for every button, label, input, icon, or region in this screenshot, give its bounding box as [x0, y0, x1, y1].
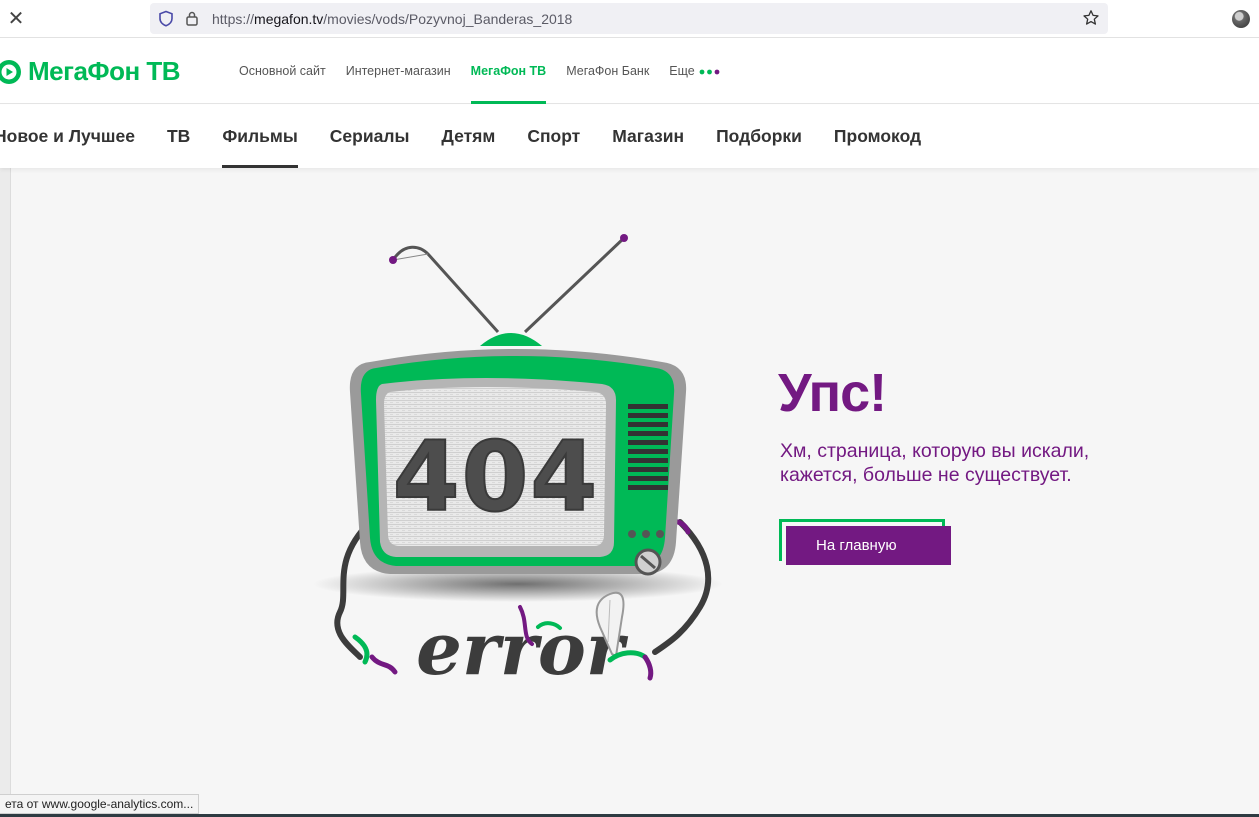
page-left-edge [0, 168, 11, 817]
nav-item-sport[interactable]: Спорт [527, 105, 580, 168]
error-message: Хм, страница, которую вы искали, кажется… [780, 440, 1090, 486]
nav-item-new[interactable]: Новое и Лучшее [0, 105, 135, 168]
nav-item-tv[interactable]: ТВ [167, 105, 190, 168]
nav-item-store[interactable]: Магазин [612, 105, 684, 168]
home-button-wrapper: На главную [779, 519, 953, 567]
top-link-main-site[interactable]: Основной сайт [239, 39, 326, 103]
close-icon[interactable]: ✕ [6, 8, 26, 28]
profile-avatar[interactable] [1232, 10, 1250, 28]
top-link-megafon-tv[interactable]: МегаФон ТВ [470, 39, 546, 104]
nav-item-movies[interactable]: Фильмы [222, 105, 299, 168]
top-links: Основной сайт Интернет-магазин МегаФон Т… [239, 39, 741, 104]
error-code-text: 404 [393, 421, 599, 533]
logo[interactable]: МегаФон ТВ [0, 56, 181, 87]
top-link-bank[interactable]: МегаФон Банк [566, 39, 649, 103]
url-text[interactable]: https://megafon.tv/movies/vods/Pozyvnoj_… [212, 11, 572, 27]
home-button[interactable]: На главную [786, 526, 951, 565]
star-icon[interactable] [1082, 9, 1100, 27]
logo-text: МегаФон ТВ [28, 56, 181, 86]
nav-item-series[interactable]: Сериалы [330, 105, 410, 168]
url-path: /movies/vods/Pozyvnoj_Banderas_2018 [323, 11, 573, 27]
nav-item-collections[interactable]: Подборки [716, 105, 802, 168]
top-header: МегаФон ТВ Основной сайт Интернет-магази… [0, 39, 1259, 104]
category-nav: Новое и Лучшее ТВ Фильмы Сериалы Детям С… [0, 105, 1259, 168]
top-link-shop[interactable]: Интернет-магазин [346, 39, 451, 103]
oops-title: Упс! [778, 363, 887, 423]
megafon-logo-icon [0, 59, 21, 84]
browser-status-bar: ета от www.google-analytics.com... [0, 794, 200, 814]
tv-404-illustration: 404 error [313, 234, 723, 691]
address-bar[interactable]: https://megafon.tv/movies/vods/Pozyvnoj_… [150, 3, 1108, 34]
shield-icon[interactable] [158, 10, 174, 27]
nav-item-promocode[interactable]: Промокод [834, 105, 921, 168]
main-content: 404 error На главную [0, 168, 1259, 817]
url-scheme: https:// [212, 11, 255, 27]
browser-toolbar: ✕ https://megafon.tv/movies/vods/Pozyvno… [0, 0, 1259, 38]
nav-item-kids[interactable]: Детям [441, 105, 495, 168]
lock-icon[interactable] [185, 10, 199, 27]
more-dots-icon [699, 69, 720, 75]
url-host: megafon.tv [254, 11, 324, 27]
more-label: Еще [669, 64, 695, 78]
top-link-more[interactable]: Еще [669, 39, 720, 103]
